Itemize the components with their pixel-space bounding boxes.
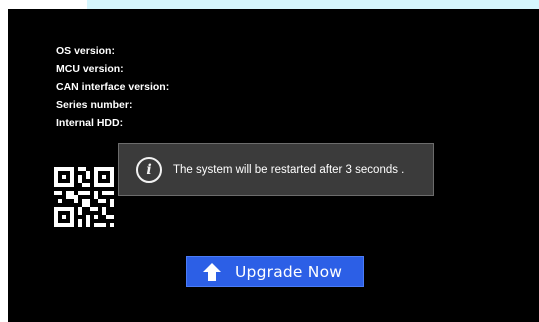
upgrade-now-button[interactable]: Upgrade Now	[186, 256, 364, 287]
mcu-version-label: MCU version:	[56, 63, 124, 75]
os-version-label: OS version:	[56, 45, 115, 57]
can-interface-version-label: CAN interface version:	[56, 81, 170, 93]
arrow-up-icon	[203, 262, 221, 281]
series-number-label: Series number:	[56, 99, 133, 111]
internal-hdd-label: Internal HDD:	[56, 117, 124, 129]
upgrade-now-label: Upgrade Now	[235, 262, 343, 281]
restart-message: The system will be restarted after 3 sec…	[173, 163, 405, 176]
qr-code	[54, 167, 114, 227]
restart-notification: i The system will be restarted after 3 s…	[118, 143, 434, 196]
system-info-list: OS version: MCU version: CAN interface v…	[56, 42, 169, 132]
info-icon: i	[136, 156, 162, 183]
top-strip	[87, 0, 539, 9]
